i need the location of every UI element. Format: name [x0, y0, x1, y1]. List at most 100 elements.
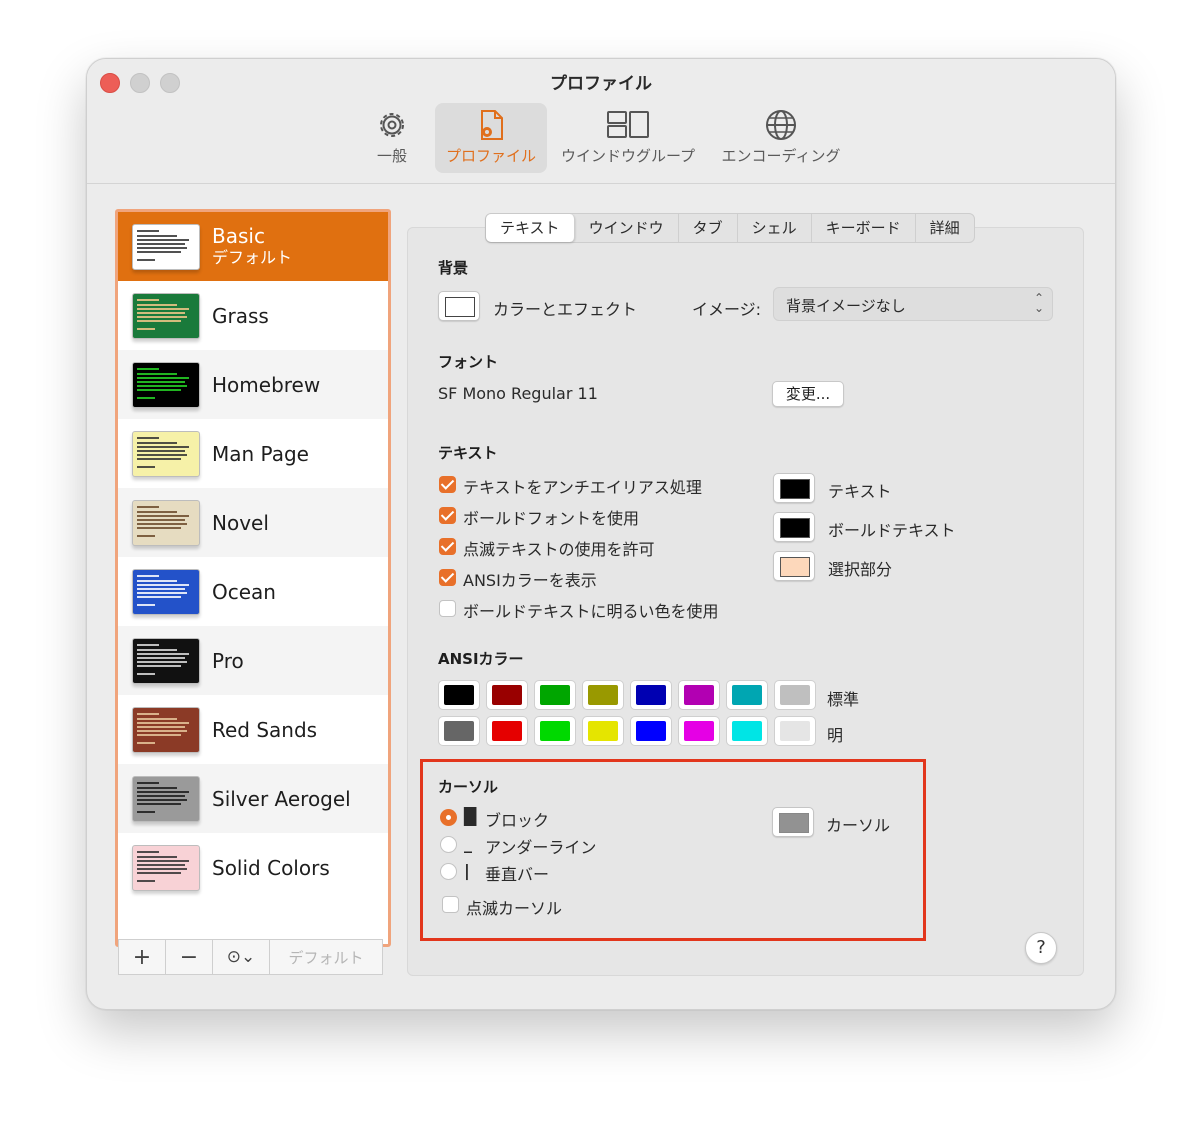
text-color-well[interactable]: [773, 512, 815, 542]
cursor-style-radio[interactable]: [440, 809, 457, 826]
ansi-bright-color-well[interactable]: [774, 716, 816, 746]
profile-item[interactable]: Grass: [118, 281, 388, 350]
tab-2[interactable]: タブ: [679, 214, 738, 242]
profile-thumbnail: [132, 775, 200, 822]
profile-name: Pro: [212, 648, 244, 673]
toolbar-window-groups[interactable]: ウインドウグループ: [557, 103, 699, 173]
toolbar-profiles[interactable]: プロファイル: [435, 103, 547, 173]
ansi-bright-color-well[interactable]: [630, 716, 672, 746]
ansi-bright-color-well[interactable]: [486, 716, 528, 746]
text-option-checkbox[interactable]: [439, 600, 456, 617]
color-effects-label: カラーとエフェクト: [493, 300, 638, 319]
cursor-section-title: カーソル: [438, 778, 499, 796]
text-option-checkbox[interactable]: [439, 507, 456, 524]
profile-item[interactable]: Solid Colors: [118, 833, 388, 902]
text-color-label: ボールドテキスト: [828, 521, 956, 540]
text-color-swatch: [780, 479, 810, 499]
font-value: SF Mono Regular 11: [438, 384, 598, 403]
ansi-color-swatch: [540, 721, 570, 741]
text-color-well[interactable]: [773, 473, 815, 503]
preferences-window: プロファイル 一般 プロファイル ウインドウグループ エンコーディング Basi…: [86, 58, 1116, 1010]
profile-name: Man Page: [212, 441, 309, 466]
gear-icon: [380, 113, 404, 137]
profile-list-buttons: + − ⊙⌄ デフォルト: [118, 939, 383, 975]
profile-item[interactable]: Novel: [118, 488, 388, 557]
profile-name: Grass: [212, 303, 269, 328]
ansi-color-swatch: [684, 721, 714, 741]
globe-icon: [766, 110, 796, 140]
cursor-style-radio[interactable]: [440, 836, 457, 853]
cursor-style-label: ブロック: [485, 811, 550, 830]
profile-thumbnail: [132, 223, 200, 270]
ansi-normal-color-well[interactable]: [486, 680, 528, 710]
text-option-checkbox[interactable]: [439, 538, 456, 555]
ansi-normal-color-well[interactable]: [534, 680, 576, 710]
remove-profile-button[interactable]: −: [166, 940, 213, 974]
add-profile-button[interactable]: +: [119, 940, 166, 974]
profile-name: Silver Aerogel: [212, 786, 351, 811]
ansi-bright-color-well[interactable]: [678, 716, 720, 746]
background-section-title: 背景: [438, 259, 469, 277]
background-image-popup[interactable]: 背景イメージなし ⌃ ⌄: [773, 287, 1053, 321]
text-option-label: ANSIカラーを表示: [463, 571, 597, 590]
ansi-color-swatch: [492, 721, 522, 741]
profile-thumbnail: [132, 844, 200, 891]
text-option-label: ボールドフォントを使用: [463, 509, 640, 528]
font-section-title: フォント: [438, 353, 499, 371]
ansi-bright-label: 明: [827, 726, 844, 745]
text-color-label: 選択部分: [828, 560, 893, 579]
tab-0[interactable]: テキスト: [486, 214, 575, 242]
blink-cursor-label: 点滅カーソル: [466, 899, 563, 918]
profile-thumbnail: [132, 637, 200, 684]
ansi-normal-color-well[interactable]: [630, 680, 672, 710]
ansi-normal-color-well[interactable]: [438, 680, 480, 710]
cursor-style-glyph: █: [464, 807, 477, 826]
profile-item[interactable]: Man Page: [118, 419, 388, 488]
tab-1[interactable]: ウインドウ: [575, 214, 679, 242]
ansi-normal-label: 標準: [827, 690, 860, 709]
text-color-well[interactable]: [773, 551, 815, 581]
blink-cursor-checkbox[interactable]: [442, 896, 459, 913]
ansi-normal-color-well[interactable]: [582, 680, 624, 710]
profile-thumbnail: [132, 430, 200, 477]
cursor-color-well[interactable]: [772, 807, 814, 837]
profile-list[interactable]: Basic デフォルト Grass Homebrew Man Page Novel Ocea…: [115, 209, 391, 947]
cursor-style-radio[interactable]: [440, 863, 457, 880]
change-font-button[interactable]: 変更...: [772, 381, 844, 407]
ansi-normal-color-well[interactable]: [678, 680, 720, 710]
help-button[interactable]: ?: [1025, 932, 1057, 964]
profile-item[interactable]: Basic デフォルト: [118, 212, 388, 281]
set-default-button[interactable]: デフォルト: [270, 940, 382, 974]
more-actions-button[interactable]: ⊙⌄: [213, 940, 270, 974]
window-group-icon: [607, 111, 649, 138]
profile-item[interactable]: Pro: [118, 626, 388, 695]
ansi-color-swatch: [636, 685, 666, 705]
profile-item[interactable]: Silver Aerogel: [118, 764, 388, 833]
ansi-normal-color-well[interactable]: [726, 680, 768, 710]
ansi-bright-color-well[interactable]: [534, 716, 576, 746]
toolbar-encodings[interactable]: エンコーディング: [717, 103, 845, 173]
ansi-bright-color-well[interactable]: [726, 716, 768, 746]
profile-document-icon: [481, 110, 503, 140]
text-option-checkbox[interactable]: [439, 476, 456, 493]
popup-chevron-icon: ⌃ ⌄: [1033, 291, 1044, 315]
tab-5[interactable]: 詳細: [916, 214, 974, 242]
profile-item[interactable]: Ocean: [118, 557, 388, 626]
tab-3[interactable]: シェル: [738, 214, 812, 242]
ansi-normal-color-well[interactable]: [774, 680, 816, 710]
ansi-color-swatch: [588, 685, 618, 705]
toolbar-general[interactable]: 一般: [362, 103, 422, 173]
text-option-checkbox[interactable]: [439, 569, 456, 586]
ansi-bright-color-well[interactable]: [582, 716, 624, 746]
text-color-swatch: [780, 557, 810, 577]
cursor-color-swatch: [779, 813, 809, 833]
background-color-well[interactable]: [438, 291, 480, 321]
profile-thumbnail: [132, 568, 200, 615]
ansi-color-swatch: [444, 721, 474, 741]
tab-4[interactable]: キーボード: [812, 214, 916, 242]
text-option-label: 点滅テキストの使用を許可: [463, 540, 655, 559]
profile-item[interactable]: Red Sands: [118, 695, 388, 764]
ansi-bright-color-well[interactable]: [438, 716, 480, 746]
profile-thumbnail: [132, 706, 200, 753]
profile-item[interactable]: Homebrew: [118, 350, 388, 419]
